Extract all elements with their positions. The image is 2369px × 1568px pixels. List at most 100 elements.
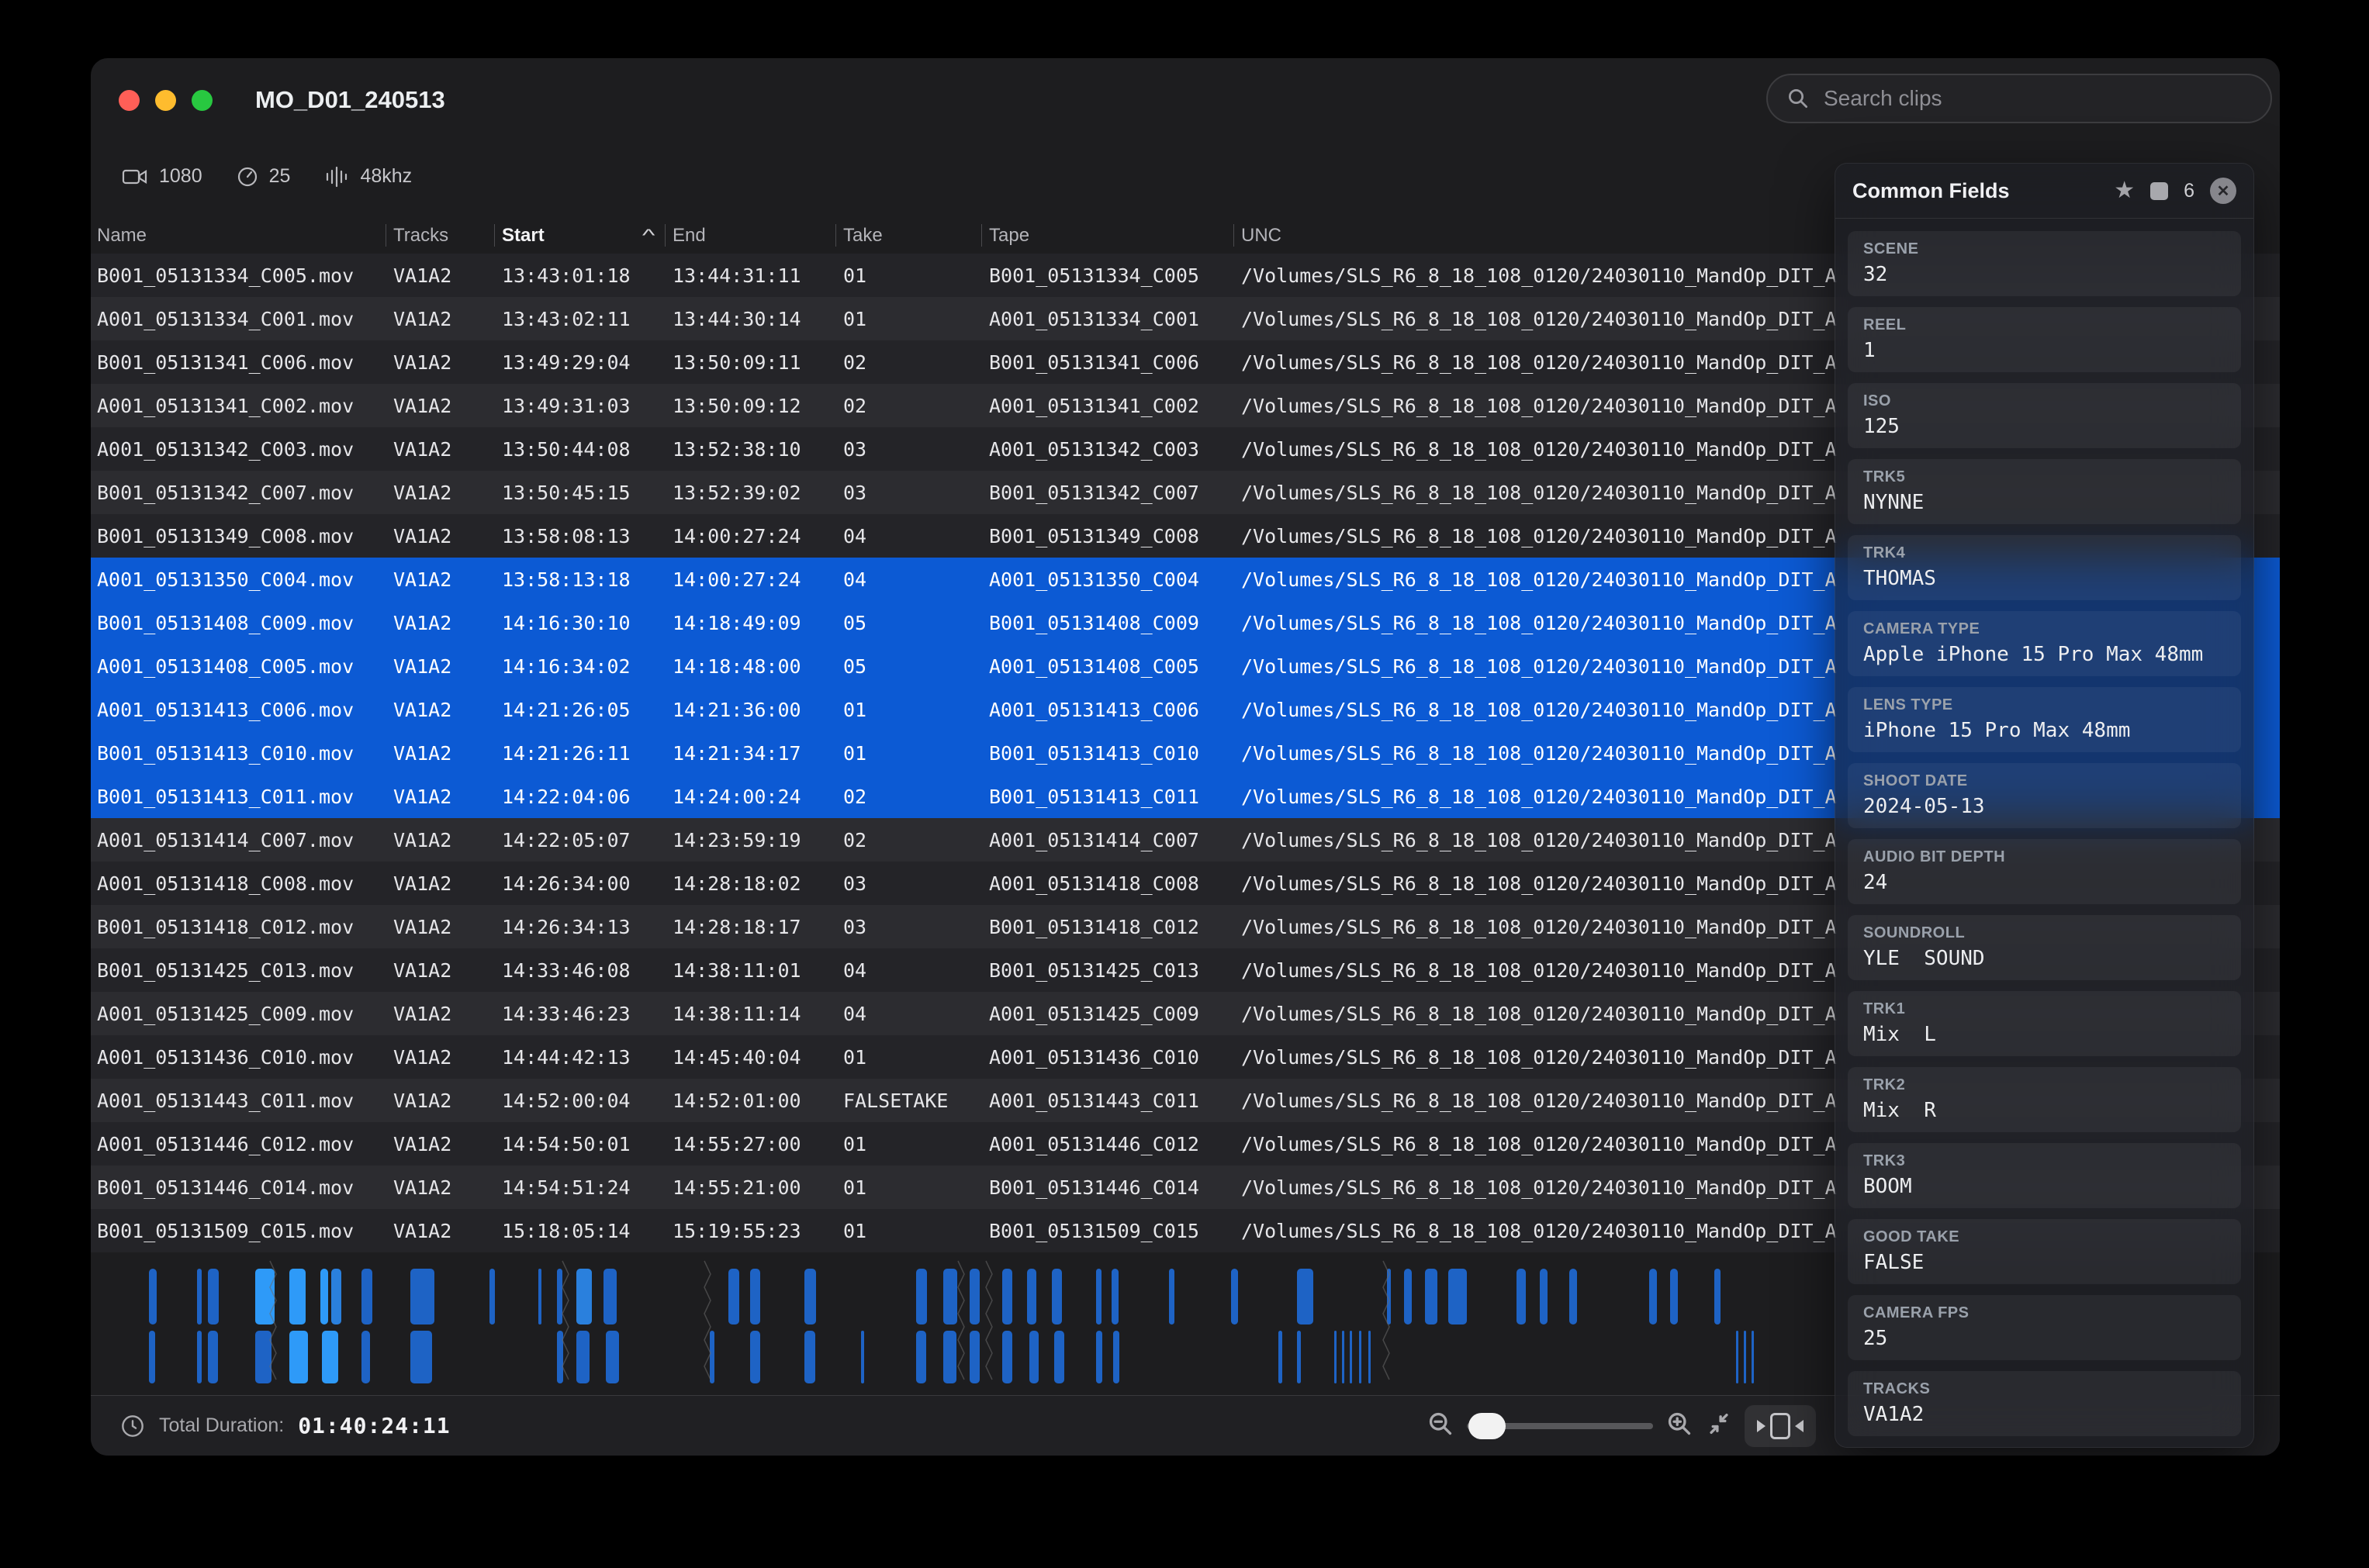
timeline-clip-bar[interactable] [804,1331,815,1383]
panel-field[interactable]: SCENE32 [1848,231,2241,296]
timeline-clip-bar[interactable] [576,1331,590,1383]
timeline-clip-bar[interactable] [1670,1269,1678,1325]
timeline-zoom-slider-thumb[interactable] [1468,1413,1506,1439]
timeline-clip-bar[interactable] [750,1331,760,1383]
timeline-clip-bar[interactable] [970,1331,980,1383]
timeline-clip-bar[interactable] [1736,1331,1738,1383]
timeline-clip-bar[interactable] [1448,1269,1467,1325]
timeline-clip-bar[interactable] [1752,1331,1754,1383]
timeline-clip-bar[interactable] [1425,1269,1437,1325]
timeline-clip-bar[interactable] [320,1269,328,1325]
timeline-clip-bar[interactable] [1517,1269,1526,1325]
timeline-clip-bar[interactable] [943,1331,956,1383]
zoom-in-button[interactable] [1665,1410,1693,1442]
timeline-clip-bar[interactable] [1368,1331,1371,1383]
timeline-clip-bar[interactable] [1540,1269,1548,1325]
timeline-clip-bar[interactable] [1350,1331,1352,1383]
timeline-clip-bar[interactable] [1096,1331,1102,1383]
timeline-clip-bar[interactable] [1002,1269,1012,1325]
timeline-clip-bar[interactable] [1359,1331,1361,1383]
timeline-clip-bar[interactable] [1649,1269,1657,1325]
star-icon[interactable]: ★ [2114,179,2135,202]
panel-field[interactable]: TRK1Mix L [1848,991,2241,1056]
column-header-take[interactable]: Take [835,217,981,254]
panel-field[interactable]: TRK5NYNNE [1848,459,2241,524]
panel-field[interactable]: AUDIO BIT DEPTH24 [1848,839,2241,904]
zoom-window-button[interactable] [192,90,213,111]
timeline-clip-bar[interactable] [208,1331,218,1383]
timeline-zoom-slider[interactable] [1467,1423,1653,1429]
panel-field[interactable]: REEL1 [1848,307,2241,372]
timeline-clip-bar[interactable] [208,1269,219,1325]
panel-field[interactable]: SHOOT DATE2024-05-13 [1848,763,2241,828]
column-header-tracks[interactable]: Tracks [386,217,494,254]
timeline-clip-bar[interactable] [603,1269,617,1325]
zoom-out-button[interactable] [1427,1410,1454,1442]
panel-field[interactable]: ISO125 [1848,383,2241,448]
panel-field[interactable]: SOUNDROLLYLE SOUND [1848,915,2241,980]
timeline-clip-bar[interactable] [1278,1331,1282,1383]
timeline-clip-bar[interactable] [1342,1331,1344,1383]
panel-field[interactable]: TRACKSVA1A2 [1848,1371,2241,1436]
timeline-clip-bar[interactable] [410,1269,434,1325]
timeline-clip-bar[interactable] [361,1269,372,1325]
timeline-clip-bar[interactable] [1744,1331,1746,1383]
search-input[interactable] [1822,85,2252,112]
timeline-clip-bar[interactable] [606,1331,619,1383]
panel-field[interactable]: CAMERA TYPEApple iPhone 15 Pro Max 48mm [1848,611,2241,676]
timeline-clip-bar[interactable] [1096,1269,1101,1325]
timeline-clip-bar[interactable] [1112,1269,1119,1325]
column-header-name[interactable]: Name [91,217,386,254]
timeline-clip-bar[interactable] [1169,1269,1174,1325]
minimize-window-button[interactable] [155,90,176,111]
timeline-clip-bar[interactable] [861,1331,864,1383]
timeline-clip-bar[interactable] [916,1331,926,1383]
panel-field[interactable]: GOOD TAKEFALSE [1848,1219,2241,1284]
timeline-clip-bar[interactable] [289,1269,306,1325]
timeline-clip-bar[interactable] [1404,1269,1412,1325]
timeline-clip-bar[interactable] [1113,1331,1119,1383]
timeline-clip-bar[interactable] [410,1331,432,1383]
timeline-clip-bar[interactable] [1334,1331,1337,1383]
timeline-clip-bar[interactable] [149,1269,157,1325]
timeline-clip-bar[interactable] [1027,1269,1036,1325]
timeline-clip-bar[interactable] [197,1269,202,1325]
timeline-clip-bar[interactable] [1029,1331,1039,1383]
timeline-clip-bar[interactable] [1714,1269,1721,1325]
column-header-start[interactable]: Start ^ [494,217,665,254]
timeline-clip-bar[interactable] [1052,1269,1062,1325]
close-panel-button[interactable]: ✕ [2210,178,2236,204]
timeline-clip-bar[interactable] [1297,1331,1301,1383]
timeline-clip-bar[interactable] [197,1331,202,1383]
column-header-tape[interactable]: Tape [981,217,1233,254]
timeline-clip-bar[interactable] [1297,1269,1313,1325]
timeline-clip-bar[interactable] [361,1331,370,1383]
timeline-clip-bar[interactable] [1231,1269,1238,1325]
timeline-clip-bar[interactable] [1002,1331,1012,1383]
panel-field[interactable]: LENS TYPEiPhone 15 Pro Max 48mm [1848,687,2241,752]
timeline-clip-bar[interactable] [576,1269,592,1325]
timeline-clip-bar[interactable] [916,1269,927,1325]
timeline-clip-bar[interactable] [538,1269,541,1325]
panel-field[interactable]: TRK4THOMAS [1848,535,2241,600]
timeline-clip-bar[interactable] [1054,1331,1064,1383]
column-header-end[interactable]: End [665,217,835,254]
collapse-icon[interactable] [1706,1411,1732,1441]
panel-field[interactable]: TRK3BOOM [1848,1143,2241,1208]
timeline-clip-bar[interactable] [149,1331,155,1383]
timeline-clip-bar[interactable] [970,1269,980,1325]
close-window-button[interactable] [119,90,140,111]
search-field[interactable] [1766,74,2272,123]
panel-field[interactable]: CAMERA FPS25 [1848,1295,2241,1360]
timeline-clip-bar[interactable] [804,1269,816,1325]
panel-field[interactable]: TRK2Mix R [1848,1067,2241,1132]
timeline-clip-bar[interactable] [1569,1269,1577,1325]
timeline-clip-bar[interactable] [489,1269,495,1325]
timeline-clip-bar[interactable] [331,1269,341,1325]
fit-timeline-button[interactable] [1745,1405,1816,1447]
color-label-icon[interactable] [2150,182,2168,200]
timeline-clip-bar[interactable] [322,1331,338,1383]
timeline-clip-bar[interactable] [728,1269,739,1325]
timeline-clip-bar[interactable] [289,1331,308,1383]
timeline-clip-bar[interactable] [750,1269,760,1325]
